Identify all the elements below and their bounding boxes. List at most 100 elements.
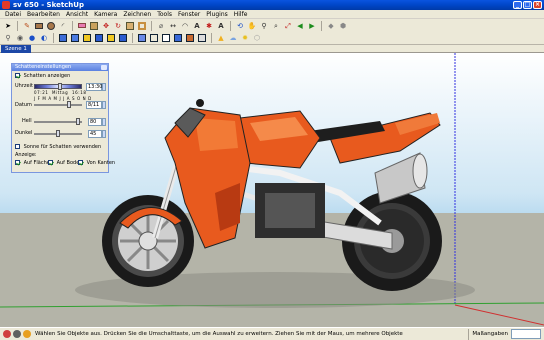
pencil-icon[interactable]: ✎ [22,21,32,31]
dark-field[interactable]: 45 [88,130,102,138]
close-button[interactable]: × [533,1,542,9]
iso-view-icon[interactable] [58,33,68,43]
scale-icon[interactable] [125,21,135,31]
3d-text-icon[interactable]: A [216,21,226,31]
shadows-icon[interactable]: ▲ [216,33,226,43]
text-icon[interactable]: A [192,21,202,31]
menu-kamera[interactable]: Kamera [91,10,120,18]
section-icon[interactable]: ◐ [39,33,49,43]
show-shadows-row[interactable]: Schatten anzeigen [15,73,70,79]
time-spinner[interactable] [102,83,106,91]
offset-icon[interactable] [137,21,147,31]
date-slider-thumb[interactable] [67,101,71,108]
toolbar-separator [321,20,322,31]
menu-plugins[interactable]: Plugins [203,10,231,18]
time-field[interactable]: 13:30 [86,83,102,91]
drawing-viewport[interactable]: Schatteneinstellungen Schatten anzeigen … [0,53,544,327]
menu-datei[interactable]: Datei [2,10,24,18]
light-slider-thumb[interactable] [76,118,80,125]
panel-close-icon[interactable] [101,65,107,70]
walk-icon[interactable]: ⚲ [3,33,13,43]
xray-icon[interactable] [137,33,147,43]
light-field[interactable]: 80 [88,118,102,126]
from-edges-checkbox[interactable] [78,160,83,165]
minimize-button[interactable]: _ [513,1,522,9]
help-icon[interactable] [23,330,31,338]
zoom-window-icon[interactable]: ⌕ [271,21,281,31]
light-label: Hell [22,118,32,124]
previous-icon[interactable]: ◀ [295,21,305,31]
date-field[interactable]: 8/11 [86,101,102,109]
menu-hilfe[interactable]: Hilfe [231,10,251,18]
monochrome-icon[interactable] [197,33,207,43]
move-icon[interactable]: ✥ [101,21,111,31]
menu-fenster[interactable]: Fenster [175,10,203,18]
select-icon[interactable]: ➤ [3,21,13,31]
show-shadows-checkbox[interactable] [15,73,20,78]
status-bar: Wählen Sie Objekte aus. Drücken Sie die … [0,327,544,340]
textured-icon[interactable] [185,33,195,43]
zoom-icon[interactable]: ⚲ [259,21,269,31]
position-camera-icon[interactable]: ● [27,33,37,43]
time-slider-thumb[interactable] [58,83,62,90]
eraser-icon[interactable] [77,21,87,31]
menu-tools[interactable]: Tools [154,10,175,18]
geo-location-icon[interactable] [3,330,11,338]
look-around-icon[interactable]: ◉ [15,33,25,43]
toolbar-separator [211,33,212,43]
from-edges-row[interactable]: Von Kanten [78,160,115,166]
toolbar-separator [230,20,231,31]
sun-shading-checkbox[interactable] [15,144,20,149]
wireframe-icon[interactable] [149,33,159,43]
top-view-icon[interactable] [70,33,80,43]
menu-bearbeiten[interactable]: Bearbeiten [24,10,63,18]
hidden-line-icon[interactable] [161,33,171,43]
arc-icon[interactable]: ◜ [58,21,68,31]
dark-slider-thumb[interactable] [56,130,60,137]
tab-scene-1[interactable]: Szene 1 [1,45,31,53]
sun-shading-row[interactable]: Sonne für Schatten verwenden [15,144,101,150]
time-end-label: 16:18 [72,90,87,95]
status-text: Wählen Sie Objekte aus. Drücken Sie die … [35,331,403,337]
measurements-field[interactable] [511,329,541,339]
light-slider-track[interactable] [34,121,82,123]
component-icon[interactable]: ⬢ [338,21,348,31]
on-ground-checkbox[interactable] [48,160,53,165]
view-toolbar: ⚲ ◉ ● ◐ ▲ ☁ ✹ ⬡ [0,32,544,45]
show-shadows-label: Schatten anzeigen [23,73,71,79]
maximize-button[interactable]: □ [523,1,532,9]
zoom-extents-icon[interactable]: ⤢ [283,21,293,31]
time-mid-label: Mittag [52,90,69,95]
dark-spinner[interactable] [102,130,106,138]
menu-ansicht[interactable]: Ansicht [63,10,91,18]
menu-zeichnen[interactable]: Zeichnen [120,10,154,18]
light-spinner[interactable] [102,118,106,126]
shaded-icon[interactable] [173,33,183,43]
paint-icon[interactable]: ◆ [326,21,336,31]
panel-title: Schatteneinstellungen [12,64,108,71]
dimension-icon[interactable]: ↔ [168,21,178,31]
left-view-icon[interactable] [118,33,128,43]
front-view-icon[interactable] [82,33,92,43]
orbit-icon[interactable]: ⟲ [235,21,245,31]
fog-icon[interactable]: ☁ [228,33,238,43]
sun-icon[interactable]: ✹ [240,33,250,43]
back-view-icon[interactable] [106,33,116,43]
next-icon[interactable]: ▶ [307,21,317,31]
date-slider-track[interactable] [34,104,82,106]
rectangle-icon[interactable] [34,21,44,31]
axes-icon[interactable]: ✱ [204,21,214,31]
date-spinner[interactable] [102,101,106,109]
tape-icon[interactable]: ⌀ [156,21,166,31]
rotate-icon[interactable]: ↻ [113,21,123,31]
pan-icon[interactable]: ✋ [247,21,257,31]
panel-title-text: Schatteneinstellungen [15,64,72,70]
component-browser-icon[interactable]: ⬡ [252,33,262,43]
on-faces-checkbox[interactable] [15,160,20,165]
toolbar-separator [53,33,54,43]
circle-icon[interactable] [46,21,56,31]
credits-icon[interactable] [13,330,21,338]
push-pull-icon[interactable] [89,21,99,31]
right-view-icon[interactable] [94,33,104,43]
protractor-icon[interactable]: ◠ [180,21,190,31]
